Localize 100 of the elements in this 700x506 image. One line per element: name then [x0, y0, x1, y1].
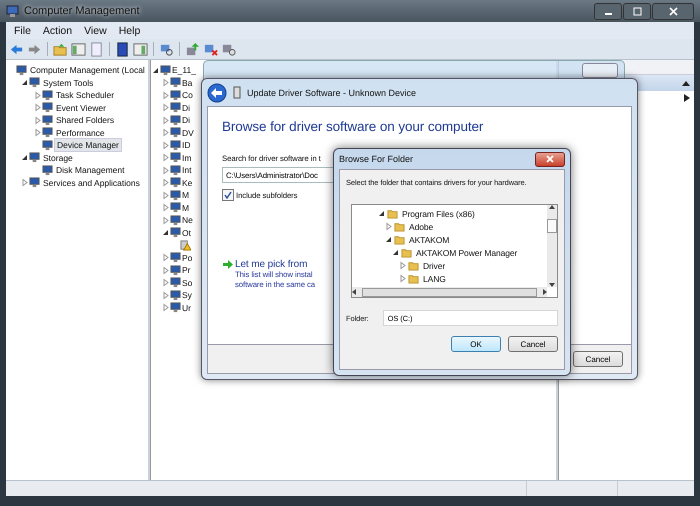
- menu-item[interactable]: Action: [36, 24, 78, 36]
- tree-item[interactable]: So: [182, 276, 194, 289]
- tree-item[interactable]: Task Scheduler: [54, 89, 116, 102]
- scroll-down-icon[interactable]: [549, 283, 555, 287]
- tree-item[interactable]: Computer Management (Local: [28, 64, 147, 76]
- tree-item[interactable]: Pr: [182, 264, 192, 276]
- panel-icon[interactable]: [71, 42, 86, 56]
- expand-arrow-icon[interactable]: [398, 274, 407, 283]
- tree-item[interactable]: Services and Applications: [41, 176, 142, 189]
- expand-arrow-icon[interactable]: [161, 203, 170, 212]
- tree-item[interactable]: Storage: [41, 152, 75, 164]
- expand-arrow-icon[interactable]: [161, 278, 170, 288]
- scroll-right-icon[interactable]: [543, 289, 547, 295]
- close-button[interactable]: [535, 152, 565, 166]
- collapse-arrow-icon[interactable]: [151, 66, 160, 75]
- expand-arrow-icon[interactable]: [161, 78, 170, 88]
- scroll-left-icon[interactable]: [352, 289, 356, 295]
- tree-item[interactable]: ID: [182, 139, 192, 152]
- tree-item[interactable]: M: [182, 202, 190, 214]
- collapse-arrow-icon[interactable]: [377, 209, 386, 218]
- collapse-arrow-icon[interactable]: [391, 248, 400, 257]
- expand-arrow-icon[interactable]: [161, 190, 170, 200]
- expand-arrow-icon[interactable]: [384, 222, 393, 231]
- monitor-icon: [170, 227, 181, 238]
- update-icon[interactable]: [185, 42, 200, 56]
- expand-arrow-icon[interactable]: [33, 116, 42, 125]
- expand-arrow-icon[interactable]: [33, 128, 42, 138]
- maximize-button[interactable]: [623, 2, 651, 20]
- expand-arrow-icon[interactable]: [161, 303, 170, 312]
- expand-arrow-icon[interactable]: [161, 166, 170, 175]
- ok-button[interactable]: OK: [451, 336, 501, 352]
- tree-item[interactable]: Po: [182, 252, 194, 264]
- expand-arrow-icon[interactable]: [161, 140, 170, 150]
- submenu-arrow-icon[interactable]: [684, 94, 690, 102]
- folder-icon[interactable]: [53, 42, 68, 56]
- menu-item[interactable]: View: [78, 24, 113, 36]
- tree-item[interactable]: Ne: [182, 214, 194, 226]
- tree-item[interactable]: Ur: [182, 302, 192, 314]
- tree-item[interactable]: System Tools: [41, 76, 96, 89]
- tree-item[interactable]: Int: [182, 164, 192, 176]
- scrollbar[interactable]: [547, 205, 557, 287]
- tree-item[interactable]: DV: [182, 126, 195, 139]
- expand-arrow-icon[interactable]: [161, 178, 170, 188]
- tree-item[interactable]: Device Manager: [54, 138, 122, 152]
- expand-arrow-icon[interactable]: [398, 261, 407, 270]
- folder-icon: [408, 273, 419, 284]
- expand-arrow-icon[interactable]: [161, 290, 170, 300]
- scrollbar[interactable]: [352, 287, 547, 297]
- tree-item[interactable]: Event Viewer: [54, 102, 108, 114]
- expand-arrow-icon[interactable]: [161, 116, 170, 125]
- back-button[interactable]: [207, 82, 227, 102]
- tree-item[interactable]: Co: [182, 89, 194, 102]
- expand-arrow-icon[interactable]: [33, 90, 42, 100]
- expand-arrow-icon[interactable]: [161, 103, 170, 112]
- scroll-thumb[interactable]: [362, 288, 537, 296]
- tree-item[interactable]: Ke: [182, 176, 194, 189]
- expand-arrow-icon[interactable]: [33, 103, 42, 112]
- close-icon: [546, 155, 554, 163]
- tree-item[interactable]: Im: [182, 152, 192, 164]
- option-link[interactable]: Let me pick from: [235, 259, 316, 270]
- document-icon[interactable]: [89, 42, 104, 56]
- cancel-button[interactable]: Cancel: [508, 336, 558, 352]
- tree-item[interactable]: AKTAKOM: [407, 234, 452, 246]
- scroll-up-icon[interactable]: [549, 205, 555, 209]
- tree-item[interactable]: Di: [182, 102, 192, 114]
- menu-item[interactable]: File: [8, 24, 37, 36]
- menu-item[interactable]: Help: [112, 24, 146, 36]
- tree-item[interactable]: Ot: [182, 226, 192, 239]
- tree-item[interactable]: Disk Management: [54, 164, 127, 176]
- tree-item[interactable]: E_11_: [172, 64, 197, 76]
- expand-arrow-icon[interactable]: [161, 153, 170, 162]
- expand-arrow-icon[interactable]: [161, 253, 170, 262]
- expand-arrow-icon[interactable]: [161, 90, 170, 100]
- panel-icon[interactable]: [133, 42, 148, 56]
- cancel-button[interactable]: Cancel: [573, 351, 623, 367]
- tree-item[interactable]: Program Files (x86): [400, 208, 477, 220]
- tree-item[interactable]: Driver: [421, 260, 448, 272]
- expand-arrow-icon[interactable]: [161, 216, 170, 225]
- expand-arrow-icon[interactable]: [20, 178, 29, 188]
- dialog-title: Browse For Folder: [339, 154, 414, 164]
- collapse-arrow-icon[interactable]: [20, 78, 29, 88]
- tree-item[interactable]: Di: [182, 114, 192, 126]
- tree-item[interactable]: Shared Folders: [54, 114, 116, 126]
- collapse-arrow-icon[interactable]: [161, 228, 170, 238]
- scroll-thumb[interactable]: [547, 219, 557, 233]
- tree-item[interactable]: Sy: [182, 289, 193, 302]
- expand-arrow-icon[interactable]: [161, 128, 170, 138]
- collapse-arrow-icon[interactable]: [384, 235, 393, 244]
- tree-item[interactable]: Ba: [182, 76, 194, 89]
- tree-item[interactable]: AKTAKOM Power Manager: [414, 246, 520, 258]
- checkbox[interactable]: [222, 189, 234, 201]
- tree-item[interactable]: M: [182, 189, 190, 202]
- close-button[interactable]: [652, 2, 694, 20]
- expand-arrow-icon[interactable]: [161, 266, 170, 275]
- tree-item[interactable]: Performance: [54, 126, 107, 139]
- tree-item[interactable]: LANG: [421, 272, 448, 284]
- collapse-arrow-icon[interactable]: [20, 153, 29, 162]
- tree-item[interactable]: Adobe: [407, 220, 436, 232]
- collapse-icon[interactable]: [682, 80, 690, 86]
- minimize-button[interactable]: [594, 2, 622, 20]
